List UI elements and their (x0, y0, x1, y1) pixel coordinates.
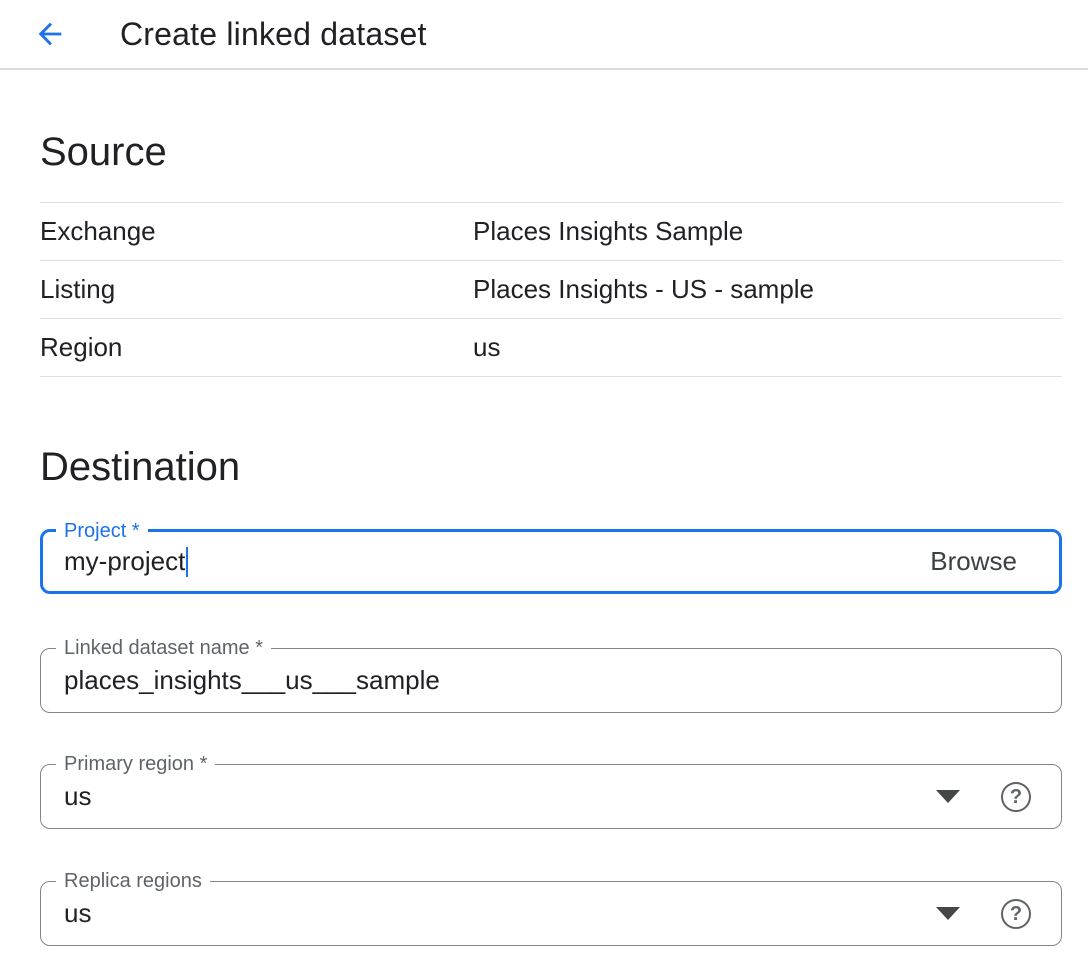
replica-regions-label: Replica regions (56, 868, 210, 894)
destination-section-heading: Destination (40, 445, 1062, 489)
table-row-exchange: Exchange Places Insights Sample (40, 203, 1062, 261)
primary-region-controls: ? (936, 782, 1031, 812)
source-table: Exchange Places Insights Sample Listing … (40, 202, 1062, 377)
main-content: Source Exchange Places Insights Sample L… (0, 130, 1088, 946)
browse-button[interactable]: Browse (930, 546, 1017, 577)
page-header: Create linked dataset (0, 0, 1088, 70)
replica-regions-value[interactable]: us (64, 898, 91, 929)
linked-dataset-name-field[interactable]: Linked dataset name * places_insights___… (40, 648, 1062, 713)
exchange-value: Places Insights Sample (473, 216, 1062, 247)
region-label: Region (40, 332, 473, 363)
back-button[interactable] (32, 16, 68, 52)
listing-label: Listing (40, 274, 473, 305)
listing-value: Places Insights - US - sample (473, 274, 1062, 305)
arrow-back-icon (33, 17, 67, 51)
chevron-down-icon[interactable] (936, 790, 960, 803)
table-row-listing: Listing Places Insights - US - sample (40, 261, 1062, 319)
exchange-label: Exchange (40, 216, 473, 247)
table-row-region: Region us (40, 319, 1062, 377)
chevron-down-icon[interactable] (936, 907, 960, 920)
primary-region-field[interactable]: Primary region * us ? (40, 764, 1062, 829)
linked-dataset-name-label: Linked dataset name * (56, 635, 271, 661)
linked-dataset-name-input[interactable]: places_insights___us___sample (64, 665, 440, 696)
project-field-label: Project * (56, 518, 148, 544)
replica-regions-controls: ? (936, 899, 1031, 929)
region-value: us (473, 332, 1062, 363)
text-cursor (186, 547, 188, 577)
project-input[interactable]: my-project (64, 546, 185, 577)
primary-region-label: Primary region * (56, 751, 215, 777)
source-section-heading: Source (40, 130, 1062, 174)
page-title: Create linked dataset (120, 16, 427, 53)
help-icon[interactable]: ? (1001, 899, 1031, 929)
primary-region-value[interactable]: us (64, 781, 91, 812)
replica-regions-field[interactable]: Replica regions us ? (40, 881, 1062, 946)
help-icon[interactable]: ? (1001, 782, 1031, 812)
project-field[interactable]: Project * my-project Browse (40, 529, 1062, 594)
